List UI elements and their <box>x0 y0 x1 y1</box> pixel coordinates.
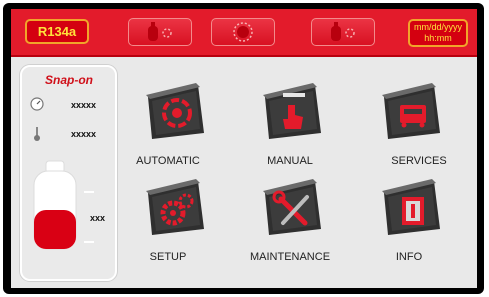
services-tile[interactable]: SERVICES <box>374 79 447 167</box>
tank-charge-icon <box>331 22 355 41</box>
maintenance-label: MAINTENANCE <box>249 251 331 263</box>
recycle-arrows-icon <box>146 83 204 139</box>
tank-recover-icon <box>148 22 172 41</box>
info-tile[interactable]: INFO <box>374 175 446 263</box>
brand-logo: Snap-on <box>45 73 93 87</box>
gears-icon <box>146 179 204 235</box>
charge-mode-button[interactable] <box>311 18 375 46</box>
manual-label: MANUAL <box>267 155 313 167</box>
gear-cycle-icon <box>233 22 253 42</box>
hand-pointer-icon <box>263 83 321 139</box>
refrigerant-type-badge[interactable]: R134a <box>25 19 89 44</box>
temperature-value: xxxxx <box>71 129 97 139</box>
services-label: SERVICES <box>391 155 447 167</box>
time-text: hh:mm <box>424 33 452 43</box>
manual-tile[interactable]: MANUAL <box>255 79 327 167</box>
main-panel: R134a mm/dd/yyyy hh:mm Snap-on xxxxx xxx… <box>11 9 477 288</box>
setup-tile[interactable]: SETUP <box>138 175 210 263</box>
cycle-mode-button[interactable] <box>211 18 275 46</box>
recover-mode-button[interactable] <box>128 18 192 46</box>
automatic-label: AUTOMATIC <box>136 155 200 167</box>
device-screen: R134a mm/dd/yyyy hh:mm Snap-on xxxxx xxx… <box>3 3 484 294</box>
top-bar: R134a mm/dd/yyyy hh:mm <box>11 9 477 57</box>
wrench-screwdriver-icon <box>263 179 321 235</box>
info-book-icon <box>382 179 440 235</box>
maintenance-tile[interactable]: MAINTENANCE <box>250 175 330 263</box>
thermometer-icon <box>34 127 40 141</box>
info-label: INFO <box>395 251 423 263</box>
setup-label: SETUP <box>149 251 187 263</box>
automatic-tile[interactable]: AUTOMATIC <box>136 79 210 167</box>
date-text: mm/dd/yyyy <box>413 22 462 32</box>
pressure-gauge-icon <box>30 97 44 111</box>
refrigerant-tank-icon <box>33 160 77 250</box>
tank-value: xxx <box>90 213 106 223</box>
date-time-display[interactable]: mm/dd/yyyy hh:mm <box>408 19 468 47</box>
status-card: Snap-on xxxxx xxxxx xxx <box>20 65 117 281</box>
pressure-value: xxxxx <box>71 100 97 110</box>
service-machine-icon <box>382 83 440 139</box>
